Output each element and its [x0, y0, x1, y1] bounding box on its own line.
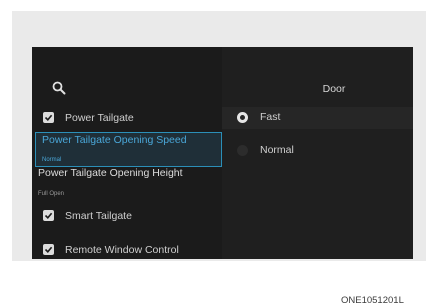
menu-item-label: Power Tailgate	[65, 112, 134, 124]
radio-selected-icon[interactable]	[237, 112, 248, 123]
menu-item-label: Remote Window Control	[65, 244, 179, 256]
menu-item-label: Smart Tailgate	[65, 210, 132, 222]
option-fast[interactable]: Fast	[222, 107, 413, 129]
checkbox-checked-icon[interactable]	[43, 210, 54, 221]
figure-code: ONE1051201L	[341, 295, 404, 306]
option-label: Fast	[260, 111, 281, 123]
menu-item-value: Full Open	[38, 191, 65, 197]
panel-title: Door	[322, 83, 346, 95]
checkbox-checked-icon[interactable]	[43, 244, 54, 255]
option-label: Normal	[260, 144, 294, 156]
option-normal[interactable]: Normal	[222, 140, 413, 162]
menu-item-value: Normal	[42, 157, 62, 163]
menu-item-opening-height[interactable]: Power Tailgate Opening Height Full Open	[32, 167, 222, 201]
menu-item-label: Power Tailgate Opening Speed	[42, 134, 187, 146]
menu-item-smart-tailgate[interactable]: Smart Tailgate	[32, 207, 222, 225]
menu-item-remote-window-control[interactable]: Remote Window Control	[32, 241, 222, 259]
menu-item-opening-speed[interactable]: Power Tailgate Opening Speed Normal	[35, 132, 222, 167]
radio-unselected-icon[interactable]	[237, 145, 248, 156]
settings-screen: Power Tailgate Power Tailgate Opening Sp…	[32, 47, 413, 259]
search-icon[interactable]	[52, 81, 66, 95]
menu-item-power-tailgate[interactable]: Power Tailgate	[32, 109, 222, 127]
menu-item-label: Power Tailgate Opening Height	[38, 167, 183, 179]
checkbox-checked-icon[interactable]	[43, 112, 54, 123]
